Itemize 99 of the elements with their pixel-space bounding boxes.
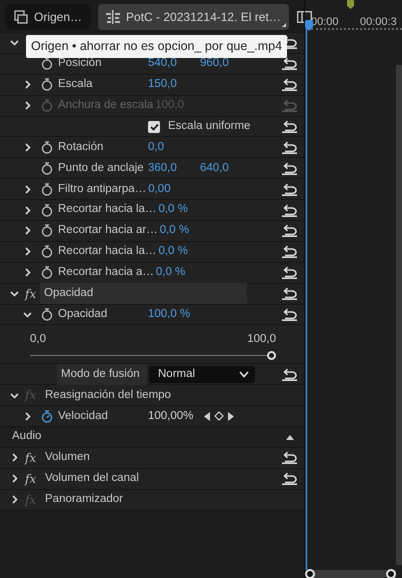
chevron-icon[interactable]	[10, 474, 18, 484]
scrollbar[interactable]	[396, 65, 402, 565]
section-label[interactable]: Reasignación del tiempo	[43, 384, 173, 406]
section-label[interactable]: Volumen	[43, 447, 92, 469]
slider-thumb[interactable]	[267, 350, 276, 360]
panel-icon[interactable]	[296, 10, 312, 22]
chevron-icon[interactable]	[22, 184, 32, 194]
stopwatch-icon[interactable]	[41, 162, 53, 175]
tab[interactable]: PotC - 20231214-12. El ret…	[98, 4, 289, 30]
param-value[interactable]: 0,0 %	[158, 243, 208, 260]
chevron-icon	[239, 370, 249, 378]
param-value[interactable]: 0,0 %	[160, 222, 210, 240]
param-label: Rotación	[58, 140, 104, 155]
param-value[interactable]: 0,0 %	[156, 264, 206, 282]
reset-icon[interactable]	[281, 266, 298, 280]
stopwatch-icon[interactable]	[41, 308, 53, 322]
zoom-scrollbar[interactable]	[307, 570, 396, 578]
stopwatch-icon[interactable]	[41, 224, 53, 238]
marker-icon[interactable]	[347, 0, 354, 9]
param-value[interactable]: 0,0	[148, 138, 198, 156]
param-value[interactable]: 0,00	[148, 180, 198, 198]
playhead-icon[interactable]	[305, 20, 313, 570]
reset-icon[interactable]	[281, 162, 298, 175]
checkbox-label: Escala uniforme	[168, 118, 250, 134]
stopwatch-icon[interactable]	[41, 140, 53, 154]
chevron-icon[interactable]	[22, 226, 32, 236]
param-label: Recortar hacia a…	[58, 265, 154, 280]
reset-icon[interactable]	[281, 451, 298, 464]
check-icon	[150, 122, 158, 130]
chevron-icon[interactable]	[22, 268, 32, 278]
section-label[interactable]: Panoramizador	[43, 489, 125, 510]
param-label: Recortar hacia ar…	[58, 223, 158, 238]
reset-icon[interactable]	[281, 224, 298, 238]
param-value[interactable]: 100,00%	[148, 408, 198, 425]
chevron-icon[interactable]	[10, 453, 18, 462]
corner-icon	[282, 22, 286, 26]
tab[interactable]: Origen…	[6, 4, 90, 30]
chevron-icon[interactable]	[10, 495, 18, 504]
reset-icon[interactable]	[281, 245, 298, 258]
stopwatch-icon[interactable]	[41, 78, 53, 92]
param-value[interactable]: 540,0	[148, 55, 198, 72]
stopwatch-icon[interactable]	[41, 266, 53, 280]
checkbox[interactable]	[148, 120, 160, 132]
param-label: Recortar hacia la…	[58, 202, 156, 218]
param-label: Escala	[58, 77, 94, 92]
chevron-icon[interactable]	[22, 412, 32, 421]
reset-icon[interactable]	[281, 287, 298, 300]
reset-icon[interactable]	[281, 308, 298, 322]
chevron-icon[interactable]	[22, 247, 32, 256]
previous-keyframe-icon[interactable]	[204, 412, 210, 421]
fx-icon[interactable]: fx	[25, 470, 38, 488]
param-label: Filtro antiparpa…	[58, 182, 146, 197]
chevron-icon[interactable]	[22, 310, 32, 320]
chevron-icon[interactable]	[22, 142, 32, 152]
reset-icon[interactable]	[281, 57, 298, 70]
chevron-icon[interactable]	[22, 80, 32, 90]
stopwatch-icon[interactable]	[41, 57, 53, 70]
stopwatch-icon[interactable]	[41, 182, 53, 196]
stopwatch-icon[interactable]	[41, 204, 53, 217]
chevron-icon[interactable]	[10, 38, 18, 48]
stopwatch-icon[interactable]	[41, 245, 53, 258]
param-value[interactable]: 960,0	[200, 55, 250, 72]
clip-icon	[14, 10, 28, 24]
reset-icon[interactable]	[281, 472, 298, 486]
time-label: 00:00:3	[360, 15, 397, 30]
reset-icon[interactable]	[281, 368, 298, 381]
fx-icon[interactable]: fx	[25, 284, 38, 303]
param-value[interactable]: 0,0 %	[158, 201, 208, 219]
dropdown-label: Modo de fusión	[57, 364, 147, 386]
reset-icon[interactable]	[281, 204, 298, 217]
param-label: Posición	[58, 56, 102, 72]
reset-icon[interactable]	[281, 182, 298, 196]
param-label: Opacidad	[58, 306, 108, 322]
tooltip: Origen • ahorrar no es opcion_ por que_.mp4	[26, 35, 288, 58]
reset-icon[interactable]	[281, 78, 298, 92]
add-keyframe-icon[interactable]	[214, 411, 224, 422]
param-value[interactable]: 150,0	[148, 76, 198, 94]
section-label[interactable]: Opacidad	[40, 283, 247, 304]
slider-min-label: 0,0	[30, 332, 46, 348]
slider-max-label: 100,0	[247, 332, 276, 348]
blend-mode-dropdown[interactable]: Normal	[149, 366, 255, 383]
fx-icon[interactable]: fx	[25, 448, 38, 467]
param-value[interactable]: 360,0	[148, 160, 198, 177]
chevron-icon[interactable]	[10, 289, 18, 298]
reset-icon[interactable]	[281, 140, 298, 154]
param-label: Recortar hacia la…	[58, 244, 156, 260]
reset-icon[interactable]	[281, 120, 298, 133]
param-value[interactable]: 640,0	[200, 160, 250, 177]
group-label: Audio	[12, 429, 42, 444]
param-label: Anchura de escala	[58, 98, 154, 113]
sequence-icon	[106, 10, 120, 24]
param-value[interactable]: 100,0 %	[148, 306, 198, 324]
param-label: Velocidad	[58, 408, 109, 424]
chevron-icon[interactable]	[22, 206, 32, 215]
collapse-icon[interactable]	[286, 434, 294, 440]
chevron-icon[interactable]	[10, 390, 18, 400]
param-label: Punto de anclaje	[58, 160, 145, 176]
next-keyframe-icon[interactable]	[228, 412, 234, 421]
section-label[interactable]: Volumen del canal	[43, 468, 141, 490]
